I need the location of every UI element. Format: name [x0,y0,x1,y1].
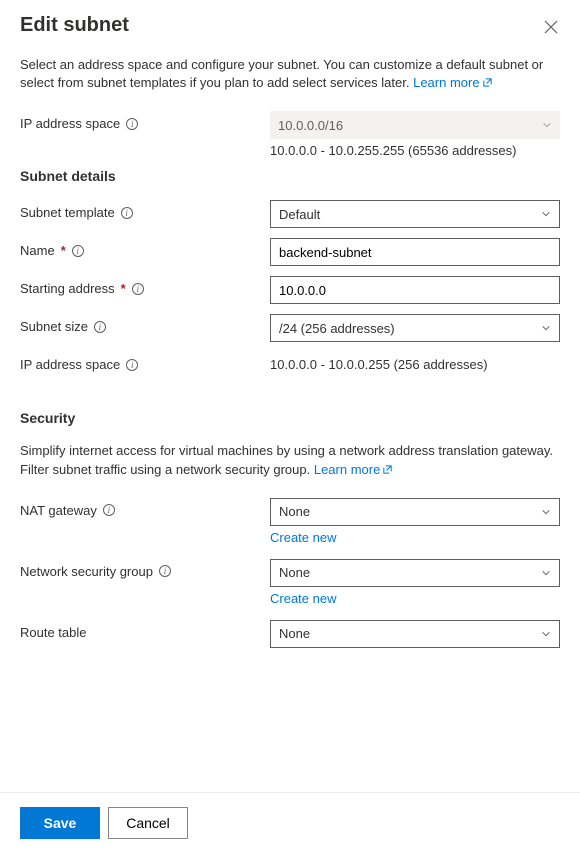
nat-gateway-label: NAT gateway [20,503,97,518]
external-link-icon [482,75,493,93]
chevron-down-icon [541,507,551,517]
route-table-select[interactable]: None [270,620,560,648]
footer-bar: Save Cancel [0,792,580,853]
cancel-button[interactable]: Cancel [108,807,188,839]
subnet-ip-space-label: IP address space [20,357,120,372]
ip-address-space-range: 10.0.0.0 - 10.0.255.255 (65536 addresses… [270,143,560,158]
ip-address-space-label: IP address space [20,116,120,131]
learn-more-link[interactable]: Learn more [413,75,492,90]
name-label: Name [20,243,55,258]
subnet-size-label: Subnet size [20,319,88,334]
info-icon[interactable]: i [159,565,171,577]
save-button[interactable]: Save [20,807,100,839]
info-icon[interactable]: i [126,359,138,371]
nsg-label: Network security group [20,564,153,579]
info-icon[interactable]: i [121,207,133,219]
subnet-details-heading: Subnet details [20,168,560,184]
page-description: Select an address space and configure yo… [20,56,560,93]
ip-address-space-select[interactable]: 10.0.0.0/16 [270,111,560,139]
external-link-icon [382,462,393,480]
starting-address-input[interactable] [279,277,551,303]
security-description: Simplify internet access for virtual mac… [20,442,560,479]
required-indicator: * [121,281,126,296]
info-icon[interactable]: i [103,504,115,516]
subnet-size-select[interactable]: /24 (256 addresses) [270,314,560,342]
starting-address-label: Starting address [20,281,115,296]
info-icon[interactable]: i [126,118,138,130]
subnet-template-label: Subnet template [20,205,115,220]
route-table-label: Route table [20,625,87,640]
name-input[interactable] [279,239,551,265]
nsg-create-new-link[interactable]: Create new [270,591,336,606]
chevron-down-icon [541,209,551,219]
subnet-template-select[interactable]: Default [270,200,560,228]
required-indicator: * [61,243,66,258]
info-icon[interactable]: i [94,321,106,333]
chevron-down-icon [541,568,551,578]
nat-gateway-select[interactable]: None [270,498,560,526]
chevron-down-icon [541,323,551,333]
nat-create-new-link[interactable]: Create new [270,530,336,545]
page-title: Edit subnet [20,14,129,37]
security-learn-more-link[interactable]: Learn more [314,462,393,477]
info-icon[interactable]: i [72,245,84,257]
security-heading: Security [20,410,560,426]
close-icon[interactable] [542,18,560,40]
chevron-down-icon [541,629,551,639]
name-input-wrapper [270,238,560,266]
chevron-down-icon [542,120,552,130]
subnet-ip-space-value: 10.0.0.0 - 10.0.0.255 (256 addresses) [270,357,488,372]
info-icon[interactable]: i [132,283,144,295]
starting-address-input-wrapper [270,276,560,304]
nsg-select[interactable]: None [270,559,560,587]
